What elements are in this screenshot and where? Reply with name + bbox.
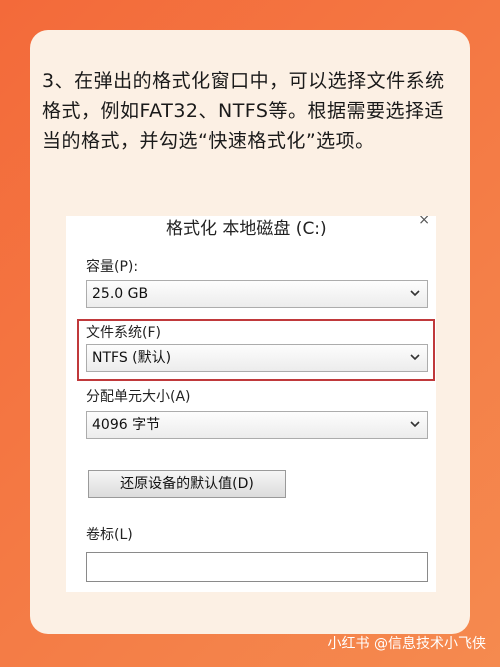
chevron-down-icon (410, 290, 420, 297)
allocation-value: 4096 字节 (92, 417, 161, 433)
capacity-label: 容量(P): (86, 259, 139, 275)
filesystem-value: NTFS (默认) (92, 350, 172, 366)
filesystem-select[interactable]: NTFS (默认) (86, 344, 428, 372)
restore-defaults-button[interactable]: 还原设备的默认值(D) (88, 470, 286, 498)
allocation-label: 分配单元大小(A) (86, 389, 191, 405)
volume-label: 卷标(L) (86, 527, 133, 543)
close-icon[interactable]: × (418, 216, 430, 228)
instruction-text: 3、在弹出的格式化窗口中，可以选择文件系统格式，例如FAT32、NTFS等。根据… (42, 70, 445, 152)
volume-label-input[interactable] (86, 552, 428, 582)
capacity-select[interactable]: 25.0 GB (86, 280, 428, 308)
allocation-select[interactable]: 4096 字节 (86, 411, 428, 439)
format-dialog-screenshot: 格式化 本地磁盘 (C:) × 容量(P): 25.0 GB 文件系统(F) N… (66, 216, 436, 592)
chevron-down-icon (410, 354, 420, 361)
filesystem-label: 文件系统(F) (86, 325, 161, 341)
watermark: 小红书 @信息技术小飞侠 (327, 636, 486, 652)
capacity-value: 25.0 GB (92, 286, 149, 302)
chevron-down-icon (410, 421, 420, 428)
dialog-title: 格式化 本地磁盘 (C:) (166, 219, 327, 239)
